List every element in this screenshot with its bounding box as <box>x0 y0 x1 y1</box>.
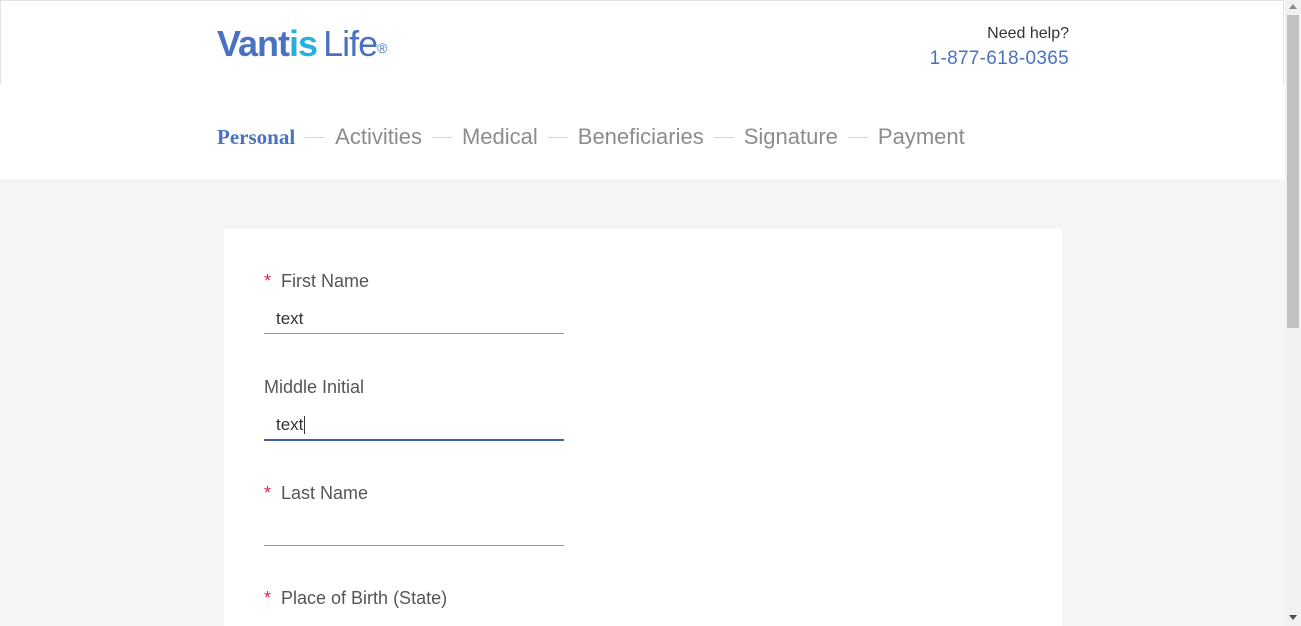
first-name-label: * First Name <box>264 269 564 293</box>
header-border <box>0 0 1284 84</box>
place-of-birth-field: * Place of Birth (State) <box>264 586 564 610</box>
middle-initial-label: Middle Initial <box>264 377 365 397</box>
vantis-life-logo[interactable]: Vantis Life® <box>217 23 387 64</box>
help-label: Need help? <box>987 25 1069 42</box>
last-name-input[interactable] <box>264 521 564 546</box>
middle-initial-value: text <box>276 415 304 434</box>
last-name-label-text: Last Name <box>281 483 369 503</box>
logo-text-c: Life <box>323 23 378 64</box>
step-activities[interactable]: Activities <box>335 122 422 152</box>
scroll-up-arrow-icon[interactable] <box>1289 4 1297 9</box>
first-name-value: text <box>276 309 304 328</box>
required-marker: * <box>264 588 272 608</box>
logo-text-b: is <box>289 23 318 64</box>
step-payment[interactable]: Payment <box>878 122 965 152</box>
page: Vantis Life® Need help? 1-877-618-0365 Pe… <box>0 0 1285 626</box>
step-separator <box>713 136 734 138</box>
registered-mark: ® <box>377 40 387 56</box>
middle-initial-field: Middle Initial text <box>264 375 564 441</box>
logo-text-a: Vant <box>217 23 290 64</box>
scroll-down-arrow-icon[interactable] <box>1289 615 1297 620</box>
vertical-scrollbar[interactable] <box>1285 0 1301 626</box>
step-medical[interactable]: Medical <box>462 122 538 152</box>
place-of-birth-label-text: Place of Birth (State) <box>281 588 448 608</box>
help-phone-link[interactable]: 1-877-618-0365 <box>930 46 1069 72</box>
help-block: Need help? 1-877-618-0365 <box>930 24 1069 72</box>
place-of-birth-label: * Place of Birth (State) <box>264 586 564 610</box>
step-personal[interactable]: Personal <box>217 122 295 152</box>
last-name-label: * Last Name <box>264 481 564 505</box>
step-progress-nav: Personal Activities Medical Beneficiarie… <box>217 122 965 152</box>
required-marker: * <box>264 271 272 291</box>
first-name-input[interactable]: text <box>264 309 564 334</box>
step-separator <box>305 136 326 138</box>
middle-initial-input[interactable]: text <box>264 415 564 441</box>
step-beneficiaries[interactable]: Beneficiaries <box>578 122 704 152</box>
personal-form-card: * First Name text Middle Initial text * La… <box>224 229 1062 626</box>
step-separator <box>547 136 568 138</box>
step-separator <box>847 136 868 138</box>
step-separator <box>431 136 452 138</box>
header: Vantis Life® Need help? 1-877-618-0365 Pe… <box>0 0 1285 179</box>
last-name-field: * Last Name <box>264 481 564 546</box>
first-name-field: * First Name text <box>264 269 564 334</box>
required-marker: * <box>264 483 272 503</box>
text-caret <box>304 415 306 434</box>
step-signature[interactable]: Signature <box>744 122 838 152</box>
first-name-label-text: First Name <box>281 271 370 291</box>
scrollbar-thumb[interactable] <box>1287 15 1299 328</box>
